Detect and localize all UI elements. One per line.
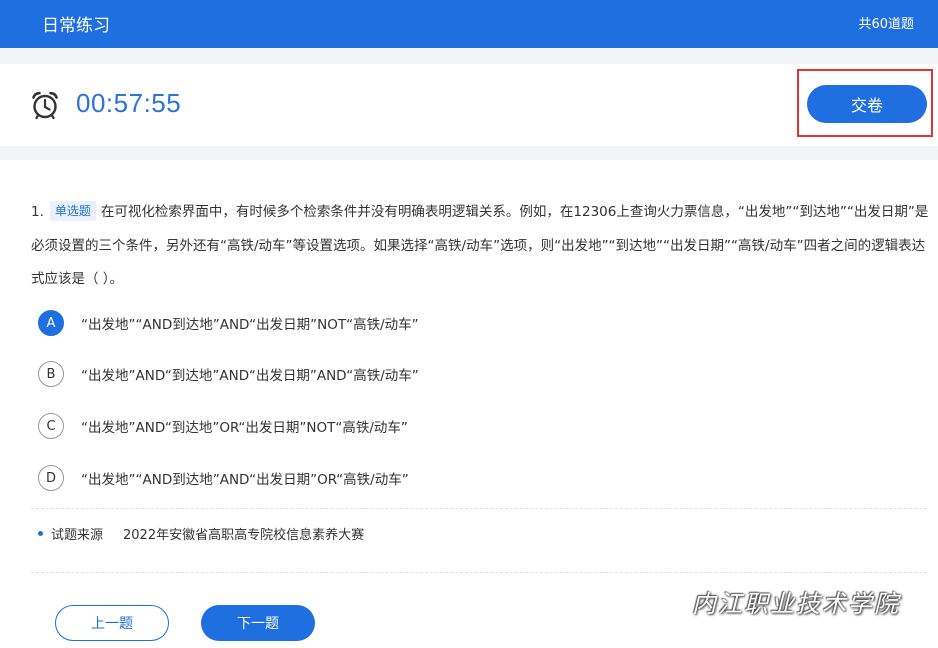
option-c-text[interactable]: “出发地”AND“到达地”OR“出发日期”NOT“高铁/动车” [81, 416, 408, 436]
next-question-button[interactable]: 下一题 [201, 605, 315, 641]
top-header: 日常练习 共60道题 [0, 0, 938, 48]
option-b-text[interactable]: “出发地”AND“到达地”AND“出发日期”AND“高铁/动车” [81, 364, 419, 384]
option-a-marker[interactable]: A [38, 310, 64, 336]
countdown-timer: 00:57:55 [76, 88, 182, 118]
option-a[interactable]: A “出发地”“AND到达地”AND“出发日期”NOT“高铁/动车” [38, 309, 419, 337]
source-value: 2022年安徽省高职高专院校信息素养大赛 [123, 528, 365, 543]
question-source: 试题来源 2022年安徽省高职高专院校信息素养大赛 [38, 524, 364, 543]
option-c[interactable]: C “出发地”AND“到达地”OR“出发日期”NOT“高铁/动车” [38, 412, 408, 440]
previous-question-button[interactable]: 上一题 [55, 605, 169, 641]
option-d-text[interactable]: “出发地”“AND到达地”AND“出发日期”OR“高铁/动车” [81, 468, 409, 488]
option-d-marker[interactable]: D [38, 465, 64, 491]
divider [31, 572, 927, 573]
option-d[interactable]: D “出发地”“AND到达地”AND“出发日期”OR“高铁/动车” [38, 464, 409, 492]
alarm-clock-icon [32, 91, 58, 120]
submit-exam-button[interactable]: 交卷 [807, 85, 927, 123]
question-panel: 1. 单选题 在可视化检索界面中，有时候多个检索条件并没有明确表明逻辑关系。例如，在… [0, 160, 938, 648]
question-count: 共60道题 [858, 17, 914, 32]
divider [31, 508, 927, 509]
option-c-marker[interactable]: C [38, 413, 64, 439]
option-a-text[interactable]: “出发地”“AND到达地”AND“出发日期”NOT“高铁/动车” [81, 313, 419, 333]
source-label: 试题来源 [51, 528, 104, 543]
bullet-dot-icon [38, 531, 43, 536]
timer-bar: 00:57:55 交卷 [0, 64, 938, 146]
option-b-marker[interactable]: B [38, 361, 64, 387]
option-b[interactable]: B “出发地”AND“到达地”AND“出发日期”AND“高铁/动车” [38, 360, 419, 388]
page-title: 日常练习 [42, 16, 110, 36]
question-stem: 1. 单选题 在可视化检索界面中，有时候多个检索条件并没有明确表明逻辑关系。例如，在… [31, 196, 929, 297]
question-type-badge: 单选题 [49, 201, 96, 221]
school-watermark: 内江职业技术学院 [692, 590, 900, 618]
question-number: 1. [31, 204, 44, 220]
question-text: 在可视化检索界面中，有时候多个检索条件并没有明确表明逻辑关系。例如，在12306… [31, 204, 929, 287]
